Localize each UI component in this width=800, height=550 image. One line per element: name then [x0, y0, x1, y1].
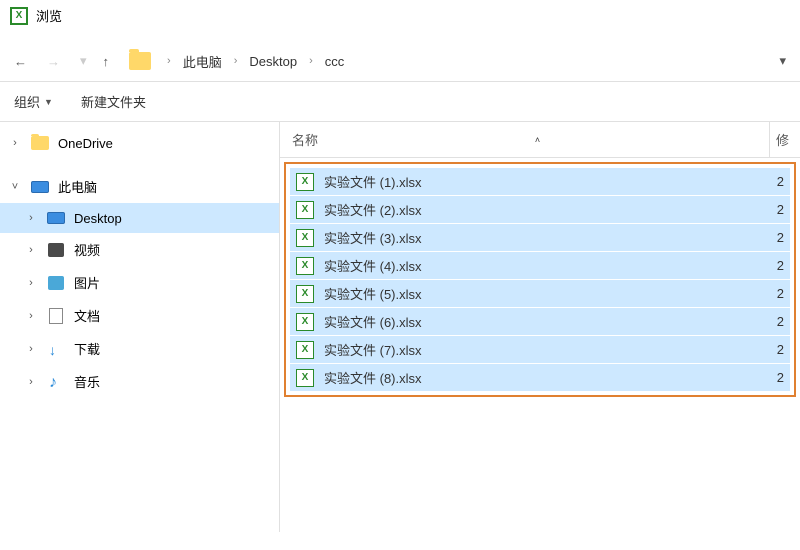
file-name: 实验文件 (8).xlsx [324, 368, 758, 387]
sidebar-item-label: 图片 [74, 273, 100, 292]
file-name: 实验文件 (7).xlsx [324, 340, 758, 359]
doc-icon [46, 308, 66, 324]
file-col2: 2 [768, 314, 784, 329]
sidebar-item[interactable]: › 文档 [0, 299, 279, 332]
list-header: 名称 ˄ 修 [280, 122, 800, 158]
sidebar-item-label: 文档 [74, 306, 100, 325]
monitor-icon [46, 210, 66, 226]
titlebar: X 浏览 [0, 0, 800, 31]
file-name: 实验文件 (4).xlsx [324, 256, 758, 275]
sidebar-item[interactable]: › 视频 [0, 233, 279, 266]
file-row[interactable]: 实验文件 (8).xlsx 2 [290, 364, 790, 391]
monitor-icon [30, 179, 50, 195]
content-pane: 名称 ˄ 修 实验文件 (1).xlsx2实验文件 (2).xlsx2实验文件 … [280, 122, 800, 532]
breadcrumb-item[interactable]: 此电脑 [179, 50, 226, 73]
chevron-down-icon: ▼ [44, 97, 53, 107]
chevron-right-icon: › [167, 55, 171, 67]
excel-icon: X [10, 7, 28, 25]
back-button[interactable]: ← [10, 52, 31, 71]
file-col2: 2 [768, 230, 784, 245]
column-modified-label: 修 [776, 133, 789, 148]
window-title: 浏览 [36, 6, 62, 25]
file-col2: 2 [768, 342, 784, 357]
file-row[interactable]: 实验文件 (3).xlsx 2 [290, 224, 790, 252]
sidebar-item-label: Desktop [74, 211, 122, 226]
folder-icon [30, 135, 50, 151]
address-dropdown[interactable]: ▾ [775, 49, 790, 73]
chevron-icon[interactable]: › [24, 212, 38, 224]
video-icon [46, 242, 66, 258]
chevron-icon[interactable]: › [8, 137, 22, 149]
xlsx-icon [296, 341, 314, 359]
chevron-right-icon: › [309, 55, 313, 67]
pic-icon [46, 275, 66, 291]
column-name[interactable]: 名称 ˄ [280, 122, 770, 157]
new-folder-button[interactable]: 新建文件夹 [81, 92, 146, 111]
sidebar-item-label: 此电脑 [58, 177, 97, 196]
file-row[interactable]: 实验文件 (1).xlsx 2 [290, 168, 790, 196]
chevron-right-icon: › [234, 55, 238, 67]
chevron-icon[interactable]: › [24, 277, 38, 289]
sidebar: › OneDrive ˅ 此电脑 › Desktop › 视频 › 图片 › 文档 › 下载 › 音乐 [0, 122, 280, 532]
breadcrumb: › 此电脑 › Desktop › ccc [167, 50, 348, 73]
navbar: ← → ▾ ↑ › 此电脑 › Desktop › ccc ▾ [0, 41, 800, 82]
file-row[interactable]: 实验文件 (6).xlsx 2 [290, 308, 790, 336]
chevron-icon[interactable]: › [24, 376, 38, 388]
xlsx-icon [296, 369, 314, 387]
file-row[interactable]: 实验文件 (2).xlsx 2 [290, 196, 790, 224]
xlsx-icon [296, 173, 314, 191]
xlsx-icon [296, 257, 314, 275]
chevron-icon[interactable]: ˅ [8, 181, 22, 193]
sidebar-item[interactable]: ˅ 此电脑 [0, 170, 279, 203]
sidebar-item-label: OneDrive [58, 136, 113, 151]
sidebar-item[interactable]: › 音乐 [0, 365, 279, 398]
file-name: 实验文件 (5).xlsx [324, 284, 758, 303]
file-name: 实验文件 (1).xlsx [324, 172, 758, 191]
new-folder-label: 新建文件夹 [81, 92, 146, 111]
sidebar-item-label: 音乐 [74, 372, 100, 391]
breadcrumb-item[interactable]: ccc [321, 52, 349, 71]
main: › OneDrive ˅ 此电脑 › Desktop › 视频 › 图片 › 文档 › 下载 › 音乐 名称 … [0, 122, 800, 532]
music-icon [46, 374, 66, 390]
forward-button[interactable]: → [43, 52, 64, 71]
file-col2: 2 [768, 286, 784, 301]
file-col2: 2 [768, 258, 784, 273]
file-row[interactable]: 实验文件 (4).xlsx 2 [290, 252, 790, 280]
file-col2: 2 [768, 202, 784, 217]
sort-indicator-icon: ˄ [535, 135, 540, 145]
file-name: 实验文件 (3).xlsx [324, 228, 758, 247]
recent-dropdown[interactable]: ▾ [76, 51, 91, 71]
sidebar-item[interactable]: › OneDrive [0, 128, 279, 158]
chevron-icon[interactable]: › [24, 244, 38, 256]
breadcrumb-item[interactable]: Desktop [245, 52, 301, 71]
xlsx-icon [296, 229, 314, 247]
chevron-icon[interactable]: › [24, 310, 38, 322]
folder-icon [129, 52, 151, 70]
sidebar-item-label: 视频 [74, 240, 100, 259]
dl-icon [46, 341, 66, 357]
column-name-label: 名称 [292, 130, 318, 149]
sidebar-item[interactable]: › 下载 [0, 332, 279, 365]
file-name: 实验文件 (6).xlsx [324, 312, 758, 331]
xlsx-icon [296, 201, 314, 219]
up-button[interactable]: ↑ [103, 54, 110, 69]
chevron-icon[interactable]: › [24, 343, 38, 355]
file-name: 实验文件 (2).xlsx [324, 200, 758, 219]
file-col2: 2 [768, 174, 784, 189]
file-row[interactable]: 实验文件 (7).xlsx 2 [290, 336, 790, 364]
column-modified[interactable]: 修 [770, 122, 800, 157]
sidebar-item[interactable]: › Desktop [0, 203, 279, 233]
sidebar-item-label: 下载 [74, 339, 100, 358]
file-list: 实验文件 (1).xlsx2实验文件 (2).xlsx2实验文件 (3).xls… [284, 162, 796, 397]
sidebar-item[interactable]: › 图片 [0, 266, 279, 299]
organize-button[interactable]: 组织 ▼ [14, 92, 53, 111]
file-col2: 2 [768, 370, 784, 385]
xlsx-icon [296, 313, 314, 331]
xlsx-icon [296, 285, 314, 303]
file-row[interactable]: 实验文件 (5).xlsx 2 [290, 280, 790, 308]
organize-label: 组织 [14, 92, 40, 111]
toolbar: 组织 ▼ 新建文件夹 [0, 82, 800, 122]
